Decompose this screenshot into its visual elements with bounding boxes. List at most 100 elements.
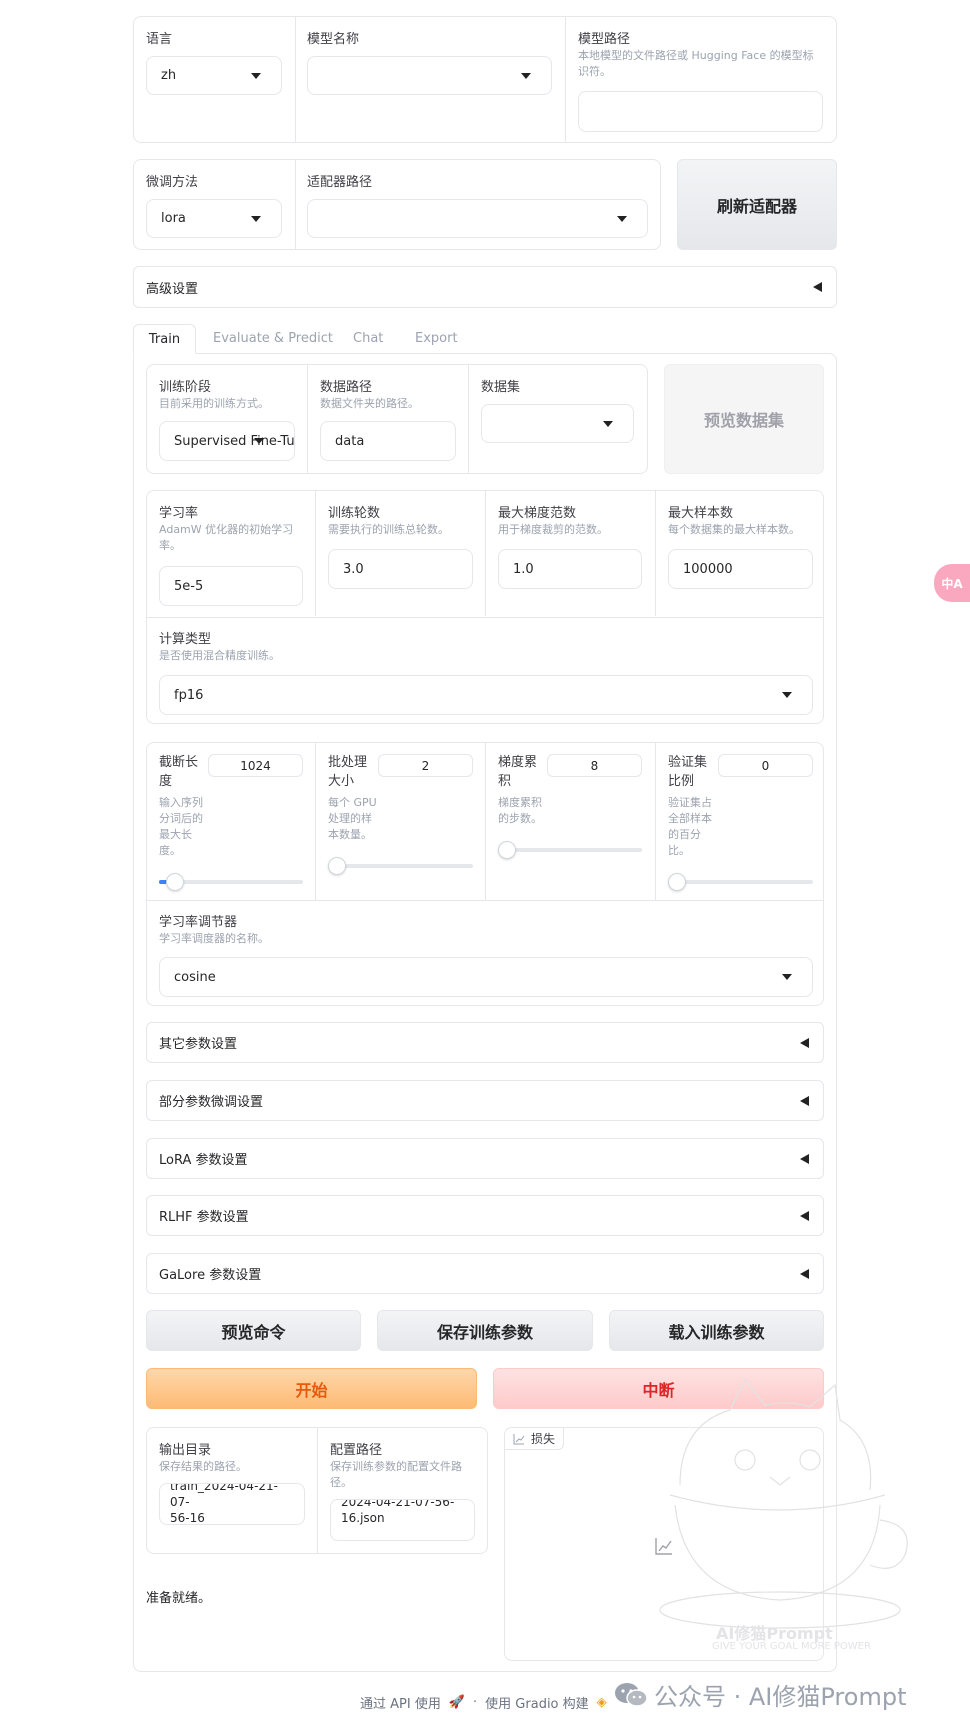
epochs-value: 3.0 (343, 561, 364, 577)
batch-size-slider[interactable] (328, 857, 473, 875)
divider (655, 743, 656, 900)
slider-thumb[interactable] (498, 841, 516, 859)
tab-evaluate-predict[interactable]: Evaluate & Predict (213, 331, 333, 346)
epochs-label: 训练轮数 (328, 506, 381, 521)
refresh-adapter-button[interactable]: 刷新适配器 (677, 159, 837, 250)
tab-chat[interactable]: Chat (353, 331, 383, 346)
model-name-dropdown[interactable] (307, 56, 552, 95)
epochs-info: 需要执行的训练总轮数。 (328, 523, 449, 536)
advanced-settings-accordion[interactable]: 高级设置 (133, 266, 837, 308)
freeze-settings-accordion[interactable]: 部分参数微调设置 (146, 1080, 824, 1121)
grad-accum-number[interactable]: 8 (547, 754, 642, 777)
max-samples-label: 最大样本数 (668, 506, 734, 521)
model-path-info: 本地模型的文件路径或 Hugging Face 的模型标 识符。 (578, 49, 814, 78)
max-samples-info: 每个数据集的最大样本数。 (668, 523, 800, 536)
output-dir-input[interactable]: train_2024-04-21-07- 56-16 (159, 1483, 305, 1525)
output-dir-info: 保存结果的路径。 (159, 1460, 247, 1473)
val-size-slider[interactable] (668, 873, 813, 891)
divider (295, 160, 296, 249)
extra-settings-accordion[interactable]: 其它参数设置 (146, 1022, 824, 1063)
preview-command-button[interactable]: 预览命令 (146, 1310, 361, 1351)
loss-label: 损失 (531, 1432, 556, 1446)
batch-size-label: 批处理 大小 (328, 755, 368, 789)
model-name-label: 模型名称 (307, 32, 360, 47)
wechat-account-text: 公众号 · AI修猫Prompt (654, 1683, 907, 1711)
caret-left-icon (800, 1268, 809, 1279)
finetune-method-label: 微调方法 (146, 175, 199, 190)
divider (655, 491, 656, 616)
lr-scheduler-value: cosine (174, 969, 216, 985)
chevron-down-icon (251, 72, 261, 79)
grad-accum-slider[interactable] (498, 841, 642, 859)
val-size-number[interactable]: 0 (718, 754, 813, 777)
batch-size-info: 每个 GPU 处理的样 本数量。 (328, 796, 377, 841)
tab-train[interactable]: Train (133, 324, 196, 354)
chevron-down-icon (254, 438, 264, 444)
slider-thumb[interactable] (166, 873, 185, 891)
dataset-dir-value: data (335, 433, 365, 449)
finetune-method-dropdown[interactable]: lora (146, 199, 282, 238)
chevron-down-icon (782, 974, 792, 980)
lr-scheduler-dropdown[interactable]: cosine (159, 957, 813, 997)
max-grad-norm-label: 最大梯度范数 (498, 506, 577, 521)
slider-block: 截断长度 1024 输入序列 分词后的 最大长 度。 批处理 大小 2 每个 GPU 处理… (146, 742, 824, 1006)
lang-dropdown[interactable]: zh (146, 56, 282, 95)
divider (485, 491, 486, 616)
preview-dataset-button[interactable]: 预览数据集 (664, 364, 824, 474)
rocket-icon: 🚀 (448, 1695, 466, 1710)
batch-size-number[interactable]: 2 (378, 754, 473, 777)
divider (315, 491, 316, 616)
max-samples-value: 100000 (683, 561, 733, 577)
slider-thumb[interactable] (668, 873, 686, 891)
save-args-button[interactable]: 保存训练参数 (377, 1310, 593, 1351)
chevron-down-icon (617, 215, 627, 222)
cutoff-len-slider[interactable] (159, 873, 303, 891)
dataset-dropdown[interactable] (481, 404, 634, 443)
max-samples-input[interactable]: 100000 (668, 549, 813, 589)
api-link[interactable]: 通过 API 使用 (360, 1693, 441, 1712)
train-stage-info: 目前采用的训练方式。 (159, 397, 269, 410)
rlhf-settings-accordion[interactable]: RLHF 参数设置 (146, 1195, 824, 1236)
train-stage-dropdown[interactable]: Supervised Fine-Tuning (159, 421, 295, 461)
galore-settings-accordion[interactable]: GaLore 参数设置 (146, 1253, 824, 1294)
wechat-icon (615, 1682, 648, 1707)
train-stage-label: 训练阶段 (159, 380, 212, 395)
cutoff-len-number[interactable]: 1024 (208, 754, 303, 777)
max-grad-norm-input[interactable]: 1.0 (498, 549, 642, 589)
start-button[interactable]: 开始 (146, 1368, 477, 1409)
model-path-label: 模型路径 (578, 32, 631, 47)
model-block: 语言 zh 模型名称 模型路径 本地模型的文件路径或 Hugging Face … (133, 16, 837, 143)
tab-export[interactable]: Export (415, 331, 458, 346)
epochs-input[interactable]: 3.0 (328, 549, 473, 589)
gradio-logo-icon: ◈ (596, 1695, 607, 1710)
dataset-dir-input[interactable]: data (320, 421, 456, 461)
finetune-block: 微调方法 lora 适配器路径 (133, 159, 661, 250)
load-args-button[interactable]: 载入训练参数 (609, 1310, 824, 1351)
learning-rate-input[interactable]: 5e-5 (159, 566, 303, 606)
cutoff-len-info: 输入序列 分词后的 最大长 度。 (159, 796, 203, 857)
divider (307, 365, 308, 473)
slider-thumb[interactable] (328, 857, 346, 875)
model-path-input[interactable] (578, 91, 823, 132)
config-path-input[interactable]: 2024-04-21-07-56- 16.json (330, 1499, 475, 1541)
config-path-info: 保存训练参数的配置文件路 径。 (330, 1460, 462, 1489)
config-path-label: 配置路径 (330, 1443, 383, 1458)
hyperparam-block: 学习率 AdamW 优化器的初始学习 率。 5e-5 训练轮数 需要执行的训练总轮… (146, 490, 824, 724)
chart-icon (513, 1433, 525, 1444)
compute-type-info: 是否使用混合精度训练。 (159, 649, 280, 662)
val-size-label: 验证集 比例 (668, 755, 708, 789)
max-grad-norm-value: 1.0 (513, 561, 534, 577)
compute-type-dropdown[interactable]: fp16 (159, 675, 813, 715)
output-dir-label: 输出目录 (159, 1443, 212, 1458)
accordion-label: 其它参数设置 (159, 1037, 238, 1052)
lora-settings-accordion[interactable]: LoRA 参数设置 (146, 1138, 824, 1179)
learning-rate-info: AdamW 优化器的初始学习 率。 (159, 523, 294, 552)
output-block: 输出目录 保存结果的路径。 train_2024-04-21-07- 56-16 … (146, 1427, 488, 1554)
dataset-dir-label: 数据路径 (320, 380, 373, 395)
divider (147, 617, 823, 618)
adapter-path-dropdown[interactable] (307, 199, 648, 238)
translate-badge[interactable]: 中A (934, 564, 970, 602)
compute-type-label: 计算类型 (159, 632, 212, 647)
gradio-link[interactable]: 使用 Gradio 构建 (485, 1693, 588, 1712)
chevron-down-icon (782, 692, 792, 698)
